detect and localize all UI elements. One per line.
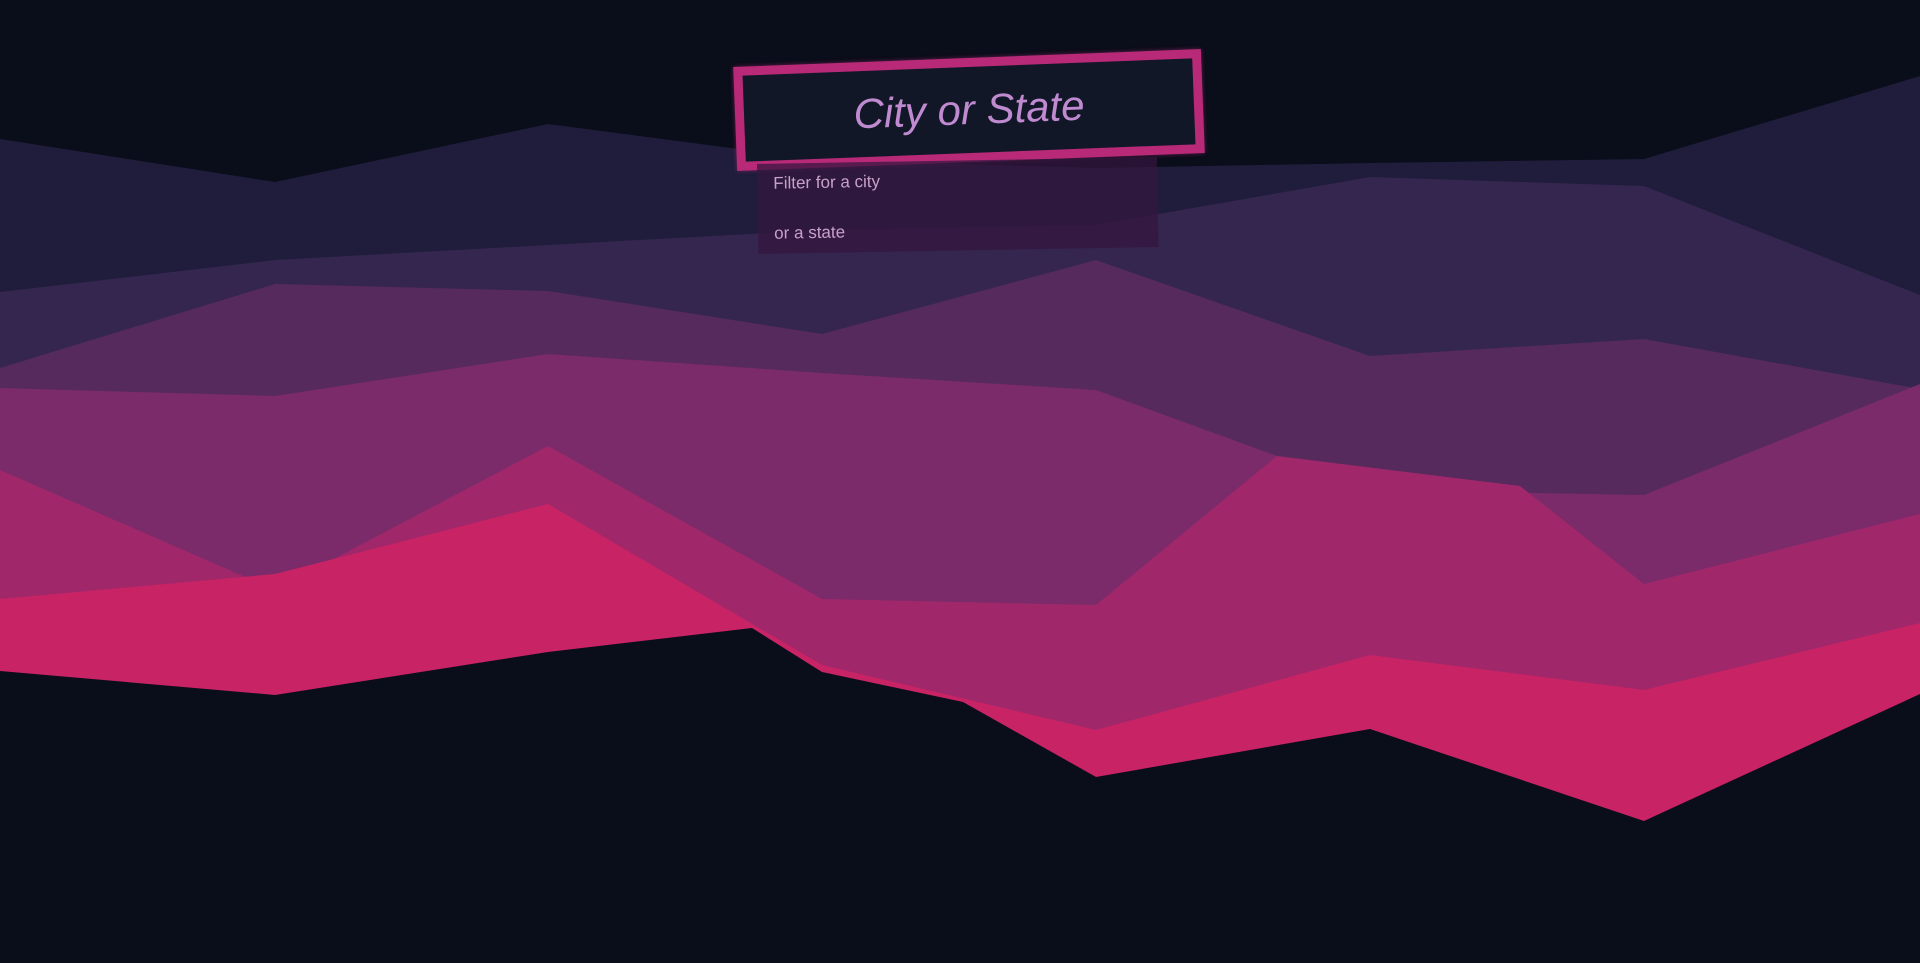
suggestions-list: Filter for a city or a state (757, 157, 1159, 254)
page: Filter for a city or a state (0, 0, 1920, 963)
search-form (733, 49, 1205, 171)
city-state-search-input[interactable] (733, 49, 1205, 171)
suggestion-item-filter-city[interactable]: Filter for a city (757, 157, 1158, 214)
suggestion-item-state[interactable]: or a state (757, 207, 1159, 254)
